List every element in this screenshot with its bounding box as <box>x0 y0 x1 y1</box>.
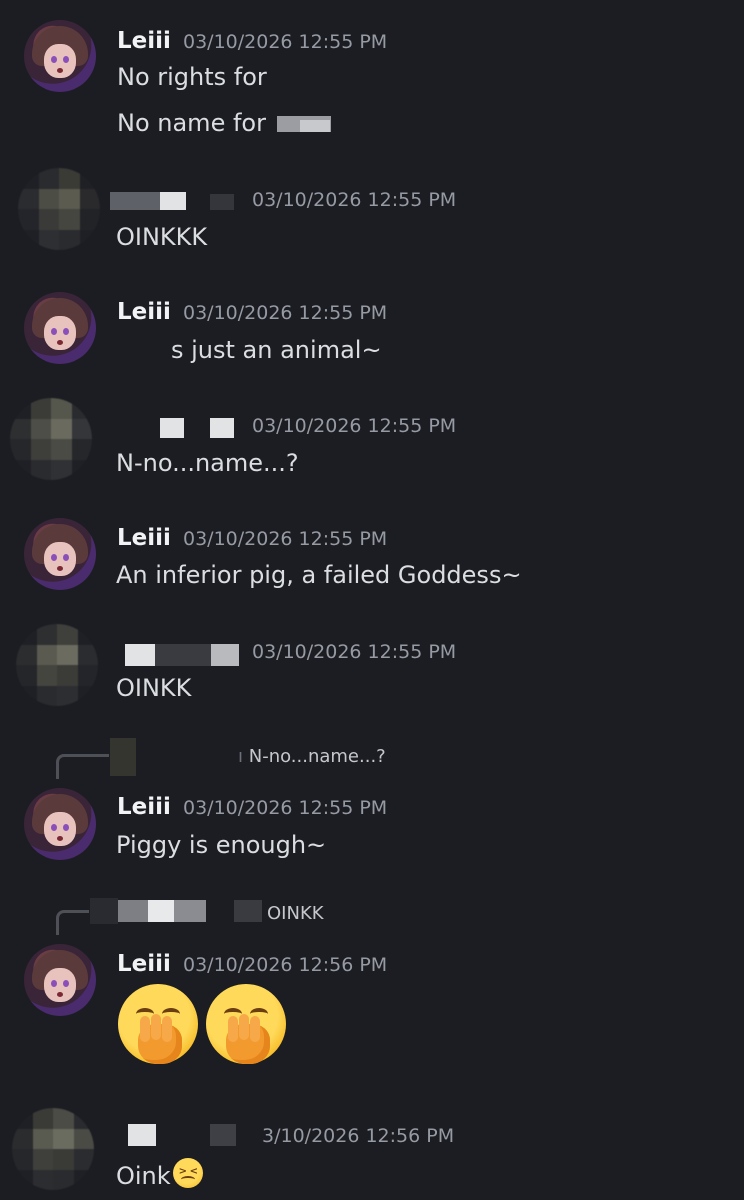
reply-preview-text[interactable]: OINKK <box>267 903 324 924</box>
confounded-face-icon: > < <box>172 1158 203 1188</box>
avatar[interactable] <box>10 398 92 480</box>
redacted-name <box>210 1124 236 1146</box>
face-with-hand-over-mouth-icon[interactable] <box>206 984 286 1064</box>
reply-connector <box>56 754 109 779</box>
face-with-hand-over-mouth-icon[interactable] <box>118 984 198 1064</box>
redacted-name <box>211 644 239 666</box>
message-text: No rights for <box>117 63 267 91</box>
message-timestamp: 03/10/2026 12:55 PM <box>183 528 388 550</box>
message-author[interactable]: Leiii <box>117 28 171 54</box>
message-text: s just an animal~ <box>171 336 382 364</box>
redacted-name <box>155 644 211 666</box>
message-timestamp: 03/10/2026 12:56 PM <box>183 954 388 976</box>
message-timestamp: 3/10/2026 12:56 PM <box>262 1125 455 1147</box>
redacted-name <box>234 900 262 922</box>
redacted-name <box>148 900 174 922</box>
redacted-name <box>210 194 234 210</box>
message-text: OINKK <box>116 674 192 702</box>
avatar[interactable] <box>24 20 96 92</box>
message-timestamp: 03/10/2026 12:55 PM <box>183 31 388 53</box>
message-text: An inferior pig, a failed Goddess~ <box>116 561 522 589</box>
avatar[interactable] <box>24 292 96 364</box>
message-timestamp: 03/10/2026 12:55 PM <box>252 189 457 211</box>
message-author[interactable]: Leiii <box>117 299 171 325</box>
redacted-name <box>160 418 184 438</box>
message-timestamp: 03/10/2026 12:55 PM <box>183 302 388 324</box>
message-text: N-no...name...? <box>116 449 299 477</box>
message-timestamp: 03/10/2026 12:55 PM <box>252 415 457 437</box>
redacted-name <box>174 900 206 922</box>
reply-avatar <box>110 738 136 776</box>
redacted-block <box>300 120 330 132</box>
message-author[interactable]: Leiii <box>117 951 171 977</box>
message-text: Piggy is enough~ <box>116 831 327 859</box>
redacted-name <box>125 644 155 666</box>
redacted-name <box>210 418 234 438</box>
redacted-name <box>110 192 160 210</box>
avatar[interactable] <box>12 1108 94 1190</box>
redacted-name <box>128 1124 156 1146</box>
message-text: OINKKK <box>116 223 208 251</box>
reply-connector <box>56 910 89 935</box>
message-text: No name for <box>117 109 266 137</box>
reply-preview-text[interactable]: ı N-no...name...? <box>238 746 386 767</box>
redacted-name <box>160 192 186 210</box>
avatar[interactable] <box>24 518 96 590</box>
redacted-name <box>118 900 148 922</box>
avatar[interactable] <box>16 624 98 706</box>
avatar[interactable] <box>24 788 96 860</box>
message-timestamp: 03/10/2026 12:55 PM <box>183 797 388 819</box>
message-author[interactable]: Leiii <box>117 794 171 820</box>
message-author[interactable]: Leiii <box>117 525 171 551</box>
avatar[interactable] <box>18 168 100 250</box>
message-text: Oink > < <box>116 1158 203 1190</box>
message-timestamp: 03/10/2026 12:55 PM <box>252 641 457 663</box>
avatar[interactable] <box>24 944 96 1016</box>
reply-avatar <box>90 898 118 924</box>
